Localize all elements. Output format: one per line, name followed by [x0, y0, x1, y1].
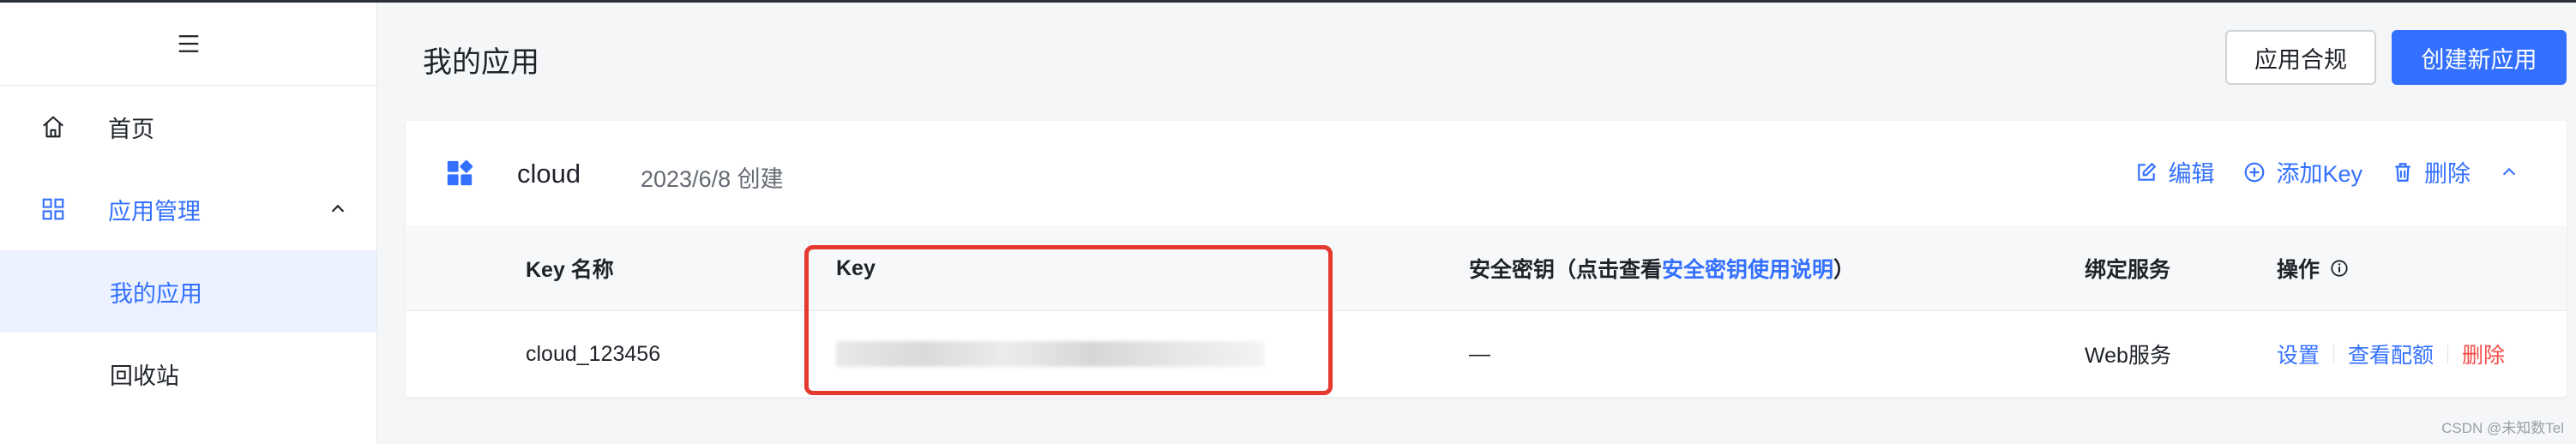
sidebar-item-label: 应用管理 — [108, 198, 201, 225]
table-header: Key 名称 Key 安全密钥（点击查看 安全密钥使用说明） 绑定服务 操作 — [406, 225, 2567, 311]
sidebar-item-home[interactable]: 首页 — [0, 86, 376, 168]
collapse-button[interactable] — [2500, 163, 2519, 182]
header-secret-label: 安全密钥（点击查看 — [1469, 258, 1663, 282]
delete-app-button[interactable]: 删除 — [2392, 155, 2471, 189]
sidebar-item-recycle-bin[interactable]: 回收站 — [0, 333, 376, 415]
view-quota-link[interactable]: 查看配额 — [2348, 339, 2434, 369]
app-card: cloud 2023/6/8 创建 编辑 添加Key 删除 Key 名称 Key… — [406, 121, 2567, 397]
edit-label: 编辑 — [2168, 161, 2215, 187]
key-value-cell — [836, 311, 1265, 397]
grid-icon — [39, 195, 67, 223]
key-name-cell: cloud_123456 — [526, 341, 661, 366]
app-icon — [447, 159, 473, 186]
sidebar-item-label: 我的应用 — [110, 280, 202, 307]
chevron-up-icon[interactable] — [328, 200, 347, 219]
blurred-key-value — [836, 341, 1265, 367]
divider — [2333, 345, 2335, 363]
add-key-button[interactable]: 添加Key — [2243, 155, 2362, 189]
delete-key-link[interactable]: 删除 — [2462, 339, 2505, 369]
header-ops-label: 操作 — [2277, 258, 2320, 282]
header-key-name: Key 名称 — [526, 258, 614, 282]
secret-cell: — — [1469, 341, 1490, 366]
app-name: cloud — [517, 159, 581, 189]
menu-toggle-button[interactable] — [0, 3, 376, 86]
edit-icon — [2138, 162, 2157, 181]
header-service: 绑定服务 — [2085, 258, 2171, 282]
sidebar: 首页 应用管理 我的应用 回收站 — [0, 3, 377, 444]
header-ops: 操作 — [2277, 225, 2349, 311]
plus-circle-icon — [2245, 162, 2265, 182]
divider — [2447, 345, 2449, 363]
keys-table: Key 名称 Key 安全密钥（点击查看 安全密钥使用说明） 绑定服务 操作 cl… — [406, 225, 2567, 397]
app-actions: 编辑 添加Key 删除 — [2135, 155, 2519, 189]
add-key-label: 添加Key — [2276, 161, 2362, 187]
chevron-up-icon — [2502, 167, 2516, 175]
hamburger-menu-icon — [178, 35, 198, 52]
header-key: Key — [836, 255, 876, 280]
ops-cell: 设置 查看配额 删除 — [2277, 311, 2505, 397]
page-title: 我的应用 — [423, 46, 539, 79]
main-content: 我的应用 应用合规 创建新应用 cloud 2023/6/8 创建 编辑 添加K… — [378, 3, 2576, 444]
settings-link[interactable]: 设置 — [2277, 339, 2320, 369]
sidebar-item-label: 首页 — [108, 116, 154, 142]
home-icon — [39, 113, 67, 141]
info-icon[interactable] — [2330, 259, 2349, 278]
sidebar-item-label: 回收站 — [110, 363, 179, 389]
table-row: cloud_123456 — Web服务 设置 查看配额 删除 — [406, 311, 2567, 397]
edit-app-button[interactable]: 编辑 — [2135, 155, 2214, 189]
sidebar-item-my-apps[interactable]: 我的应用 — [0, 250, 376, 333]
create-app-button[interactable]: 创建新应用 — [2392, 30, 2567, 85]
header-secret-suffix: ） — [1833, 258, 1856, 282]
app-card-header: cloud 2023/6/8 创建 编辑 添加Key 删除 — [406, 121, 2567, 225]
header-secret: 安全密钥（点击查看 安全密钥使用说明） — [1469, 225, 1855, 311]
trash-icon — [2395, 162, 2410, 182]
app-compliance-button[interactable]: 应用合规 — [2225, 30, 2376, 85]
secret-usage-link[interactable]: 安全密钥使用说明 — [1662, 253, 1833, 284]
delete-label: 删除 — [2424, 161, 2471, 187]
app-created-date: 2023/6/8 创建 — [641, 166, 784, 192]
watermark: CSDN @未知数Tel — [2441, 420, 2564, 436]
service-cell: Web服务 — [2085, 344, 2171, 368]
sidebar-item-app-management[interactable]: 应用管理 — [0, 168, 376, 250]
